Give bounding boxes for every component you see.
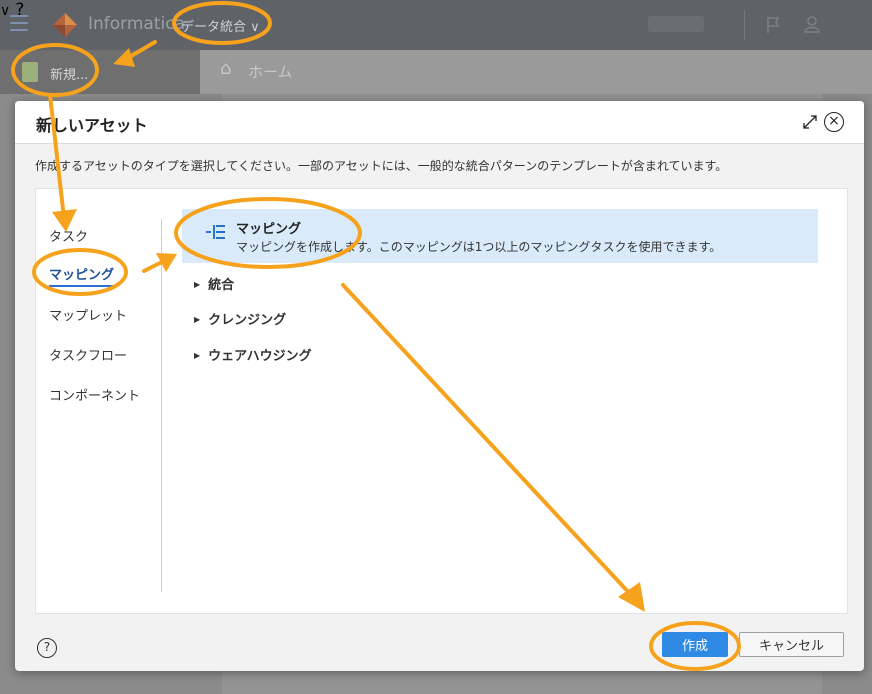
nav-item-mapplet[interactable]: マップレット (49, 305, 127, 324)
tab-home-label: ホーム (248, 63, 293, 81)
help-icon[interactable]: ? (37, 638, 57, 658)
close-icon[interactable]: × (824, 112, 844, 132)
expand-icon[interactable] (801, 113, 819, 131)
dialog-description: 作成するアセットのタイプを選択してください。一部のアセットには、一般的な統合パタ… (35, 159, 728, 173)
new-asset-dialog: 新しいアセット × 作成するアセットのタイプを選択してください。一部のアセットに… (15, 101, 864, 671)
asset-picker: タスク マッピング マップレット タスクフロー コンポーネント マッピング マッ… (35, 188, 848, 614)
cancel-button[interactable]: キャンセル (739, 632, 844, 657)
dialog-header: 新しいアセット × (15, 101, 864, 144)
create-button[interactable]: 作成 (662, 632, 728, 657)
new-button[interactable]: 新規... (50, 64, 88, 83)
category-warehousing[interactable]: ▶ ウェアハウジング (194, 345, 312, 364)
user-icon[interactable] (804, 15, 820, 33)
org-selector[interactable] (648, 16, 704, 32)
menu-icon[interactable] (10, 15, 28, 36)
nav-item-task[interactable]: タスク (49, 226, 88, 245)
service-switcher[interactable]: データ統合 ∨ (181, 16, 260, 35)
dialog-title: 新しいアセット (36, 116, 148, 135)
chevron-down-icon[interactable]: ∨ (0, 3, 10, 19)
caret-right-icon: ▶ (194, 351, 201, 360)
caret-right-icon: ▶ (194, 280, 201, 289)
category-label: ウェアハウジング (208, 349, 312, 364)
new-asset-icon[interactable] (22, 62, 38, 82)
flag-icon[interactable] (766, 16, 780, 34)
mapping-icon (206, 225, 225, 239)
caret-right-icon: ▶ (194, 315, 201, 324)
informatica-logo (53, 13, 77, 37)
divider (744, 10, 745, 40)
nav-item-mapping[interactable]: マッピング (49, 264, 115, 287)
asset-option-title: マッピング (236, 222, 302, 237)
asset-option-mapping[interactable]: マッピング マッピングを作成します。このマッピングは1つ以上のマッピングタスクを… (182, 209, 818, 263)
nav-item-taskflow[interactable]: タスクフロー (49, 345, 127, 364)
category-integration[interactable]: ▶ 統合 (194, 274, 234, 293)
home-icon: ⌂ (220, 58, 232, 79)
category-label: クレンジング (208, 313, 287, 328)
asset-type-nav: タスク マッピング マップレット タスクフロー コンポーネント (36, 189, 162, 613)
category-cleansing[interactable]: ▶ クレンジング (194, 309, 286, 328)
brand-name: Informatica (88, 14, 185, 34)
top-bar: Informatica データ統合 ∨ ∨ ? (0, 0, 872, 50)
tab-home[interactable] (200, 50, 872, 95)
nav-divider (161, 219, 162, 592)
nav-item-component[interactable]: コンポーネント (49, 385, 140, 404)
category-label: 統合 (208, 278, 235, 293)
asset-option-description: マッピングを作成します。このマッピングは1つ以上のマッピングタスクを使用できます… (236, 240, 722, 254)
